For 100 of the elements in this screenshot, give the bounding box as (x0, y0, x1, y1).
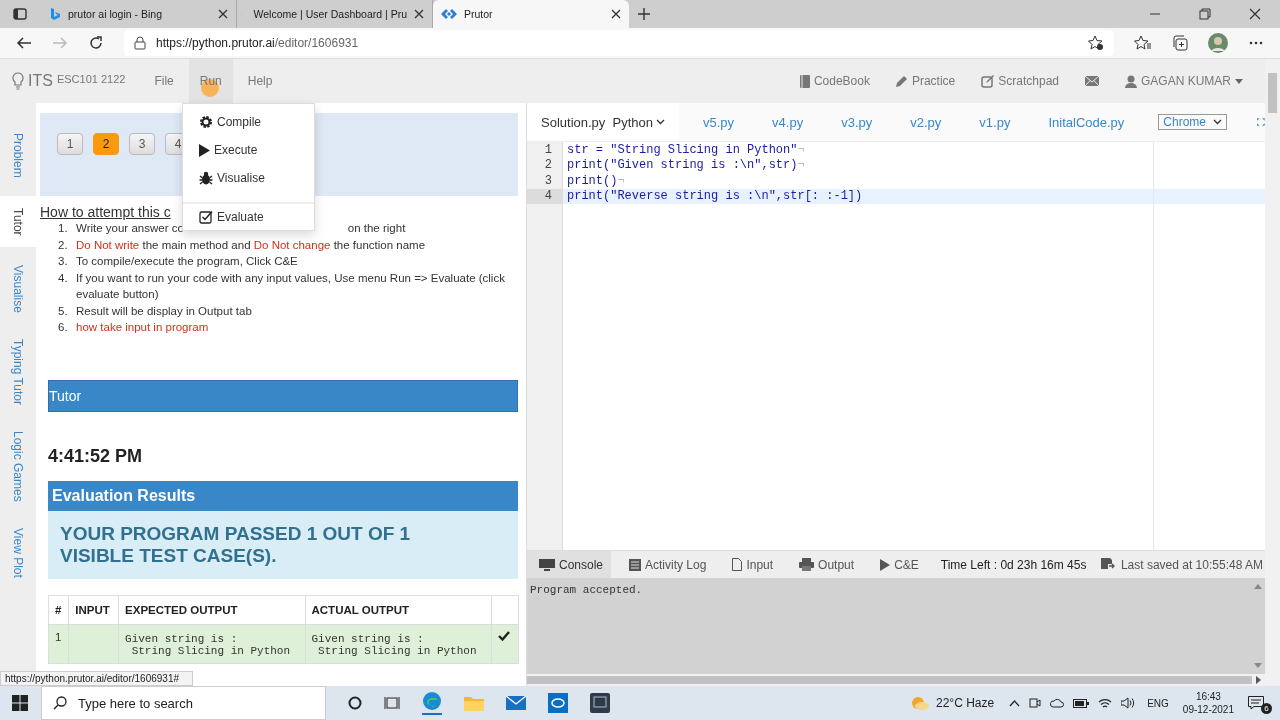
user-icon (1125, 74, 1137, 88)
file-tab[interactable]: Solution.py Python (527, 103, 680, 141)
menu-item[interactable]: Visualise (183, 164, 314, 192)
app-icon[interactable] (548, 693, 568, 713)
file-icon (732, 558, 743, 571)
new-tab-icon[interactable] (637, 7, 651, 21)
code-line: print() (567, 173, 618, 188)
edit-icon (981, 74, 995, 88)
side-tab[interactable]: Visualise (0, 263, 36, 316)
windows-icon[interactable] (12, 695, 28, 711)
file-tab[interactable]: v1.py (965, 103, 1025, 141)
notifications-button[interactable]: 6 (1248, 692, 1270, 714)
task-view-icon[interactable] (384, 696, 400, 710)
browser-select[interactable]: Chrome (1158, 114, 1228, 130)
cortana-icon[interactable] (348, 696, 362, 710)
close-icon[interactable] (218, 9, 228, 19)
file-tab[interactable]: v3.py (827, 103, 887, 141)
side-tab[interactable]: View Plot (0, 525, 36, 580)
step-number: 1. (58, 221, 68, 236)
battery-icon[interactable] (1073, 698, 1090, 708)
book-icon (799, 74, 810, 88)
line-end-mark: ¬ (797, 143, 805, 157)
menu-item[interactable]: Evaluate (183, 202, 314, 230)
brand-name[interactable]: ITS (28, 72, 53, 90)
side-tab[interactable]: Problem (0, 131, 36, 180)
edge-icon[interactable] (422, 691, 442, 715)
browser-tab[interactable]: Prutor (433, 0, 629, 28)
console-tab[interactable]: Activity Log (617, 551, 715, 578)
console-tab[interactable]: Console (527, 551, 612, 578)
monitor-icon (539, 558, 555, 571)
file-tab[interactable]: v2.py (896, 103, 956, 141)
checkbox-icon (199, 210, 213, 224)
meet-icon[interactable] (1029, 697, 1042, 709)
scrollbar[interactable] (527, 674, 1265, 686)
close-icon[interactable] (611, 9, 621, 19)
step-number: 4. (58, 270, 68, 286)
app-icon[interactable] (590, 693, 610, 713)
play-icon (880, 558, 891, 571)
bug-icon (199, 171, 213, 185)
column-header: INPUT (68, 595, 119, 624)
fullscreen-icon[interactable] (1257, 116, 1265, 128)
close-icon[interactable] (414, 9, 424, 19)
search-field[interactable]: Type here to search (41, 686, 326, 720)
nav-link[interactable]: CodeBook (799, 74, 870, 88)
restore-icon[interactable] (1199, 8, 1211, 20)
refresh-icon[interactable] (88, 35, 104, 51)
line-end-mark: ¬ (617, 173, 625, 188)
menu-item[interactable]: File (143, 59, 185, 103)
diamond-icon (441, 8, 457, 20)
side-tab[interactable]: Logic Games (0, 429, 36, 504)
nav-link[interactable]: GAGAN KUMAR (1125, 74, 1243, 88)
close-icon[interactable] (1249, 8, 1261, 20)
column-header: # (48, 595, 69, 624)
page-button[interactable]: 2 (93, 133, 119, 155)
console-tab[interactable]: Input (720, 551, 782, 578)
nav-link[interactable]: Practice (895, 74, 956, 88)
avatar-icon[interactable] (1208, 33, 1228, 53)
collections-icon[interactable] (1172, 35, 1188, 51)
list-icon (629, 558, 642, 571)
mail-icon[interactable] (506, 696, 526, 710)
mail-icon[interactable] (1085, 75, 1099, 87)
line-number: 4 (527, 188, 562, 205)
result-message: YOUR PROGRAM PASSED 1 OUT OF 1 VISIBLE TEST CASE(S). (48, 510, 518, 579)
checkmark-icon (498, 630, 510, 641)
printer-icon (799, 558, 815, 571)
play-icon (199, 143, 210, 157)
weather-text[interactable]: 22°C Haze (936, 696, 995, 710)
bing-icon (49, 7, 61, 21)
add-favorite-icon[interactable] (1088, 35, 1104, 51)
side-tab[interactable]: Typing Tutor (0, 337, 36, 408)
evaluation-header: Evaluation Results (48, 480, 518, 511)
console-tab[interactable]: Output (787, 551, 863, 578)
page-button[interactable]: 1 (57, 133, 83, 155)
chevron-icon (656, 119, 666, 125)
speaker-icon[interactable] (1121, 697, 1136, 709)
scrollbar[interactable] (1265, 58, 1280, 686)
input-language[interactable]: ENG (1147, 697, 1169, 709)
file-tab[interactable]: v5.py (689, 103, 749, 141)
clock[interactable]: 16:43 09-12-2021 (1182, 690, 1234, 716)
menu-item[interactable]: Compile (183, 108, 314, 136)
console-tab[interactable]: C&E (868, 551, 927, 578)
table-cell: 1 (48, 624, 69, 663)
cloud-icon[interactable] (1050, 698, 1065, 708)
table-cell-text: Given string is : String Slicing in Python (311, 632, 478, 657)
step-number: 3. (58, 254, 68, 269)
file-tab[interactable]: InitalCode.py (1034, 103, 1139, 141)
lock-icon (134, 36, 146, 50)
file-tab[interactable]: v4.py (758, 103, 818, 141)
status-url: https://python.prutor.ai/editor/1606931# (0, 671, 193, 686)
wifi-icon[interactable] (1098, 697, 1113, 709)
side-tab[interactable]: Tutor (0, 195, 36, 248)
menu-item[interactable]: Help (236, 59, 284, 103)
tab-actions-icon[interactable] (13, 7, 27, 21)
address-field[interactable]: https://python.prutor.ai/editor/1606931 (124, 30, 1114, 56)
scroll-right-icon[interactable] (1256, 676, 1261, 684)
page-button[interactable]: 3 (129, 133, 155, 155)
nav-link[interactable]: Scratchpad (981, 74, 1059, 88)
favorites-icon[interactable] (1134, 35, 1152, 51)
back-icon[interactable] (16, 35, 32, 51)
chevron-up-icon[interactable] (1009, 699, 1021, 707)
